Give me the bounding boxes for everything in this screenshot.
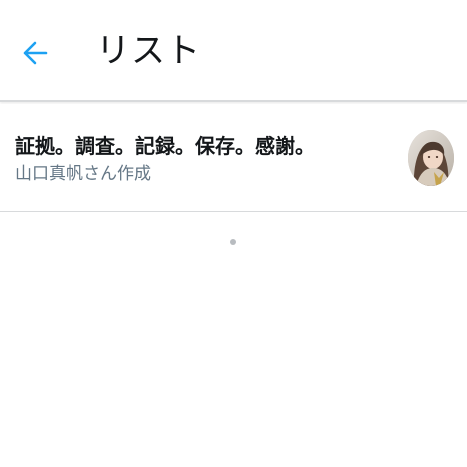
avatar-image xyxy=(408,130,454,186)
list-creator: 山口真帆さん作成 xyxy=(15,164,151,184)
list-name: 証拠。調査。記録。保存。感謝。 xyxy=(15,134,315,158)
arrow-left-icon xyxy=(23,41,48,65)
top-app-bar: リスト xyxy=(0,0,467,102)
avatar xyxy=(408,130,454,186)
list-item[interactable]: 証拠。調査。記録。保存。感謝。 山口真帆さん作成 xyxy=(0,104,467,212)
app-screen: リスト 証拠。調査。記録。保存。感謝。 山口真帆さん作成 xyxy=(0,0,467,467)
page-title: リスト xyxy=(96,31,201,71)
back-button[interactable] xyxy=(14,32,56,74)
loading-indicator xyxy=(230,239,236,245)
